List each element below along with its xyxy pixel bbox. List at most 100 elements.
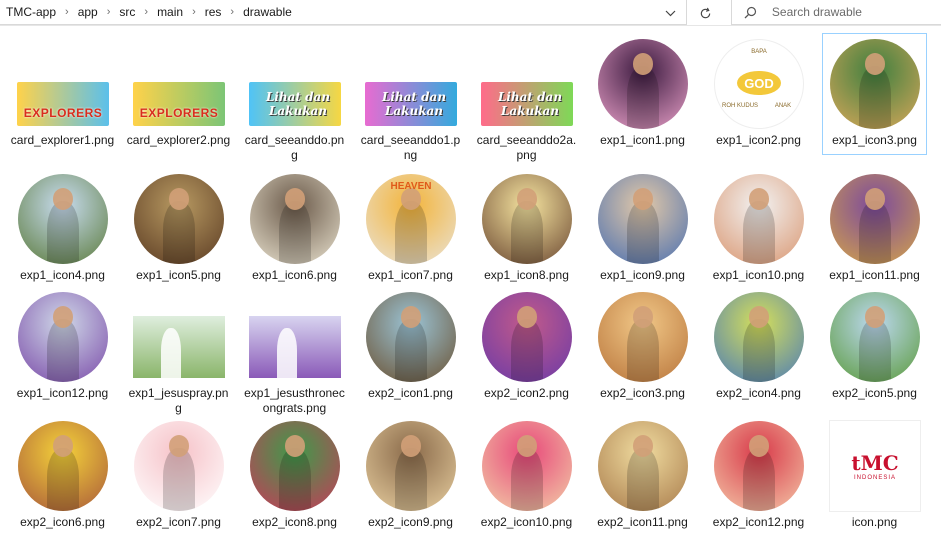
- thumbnail-image: Lihat dan Lakukan: [481, 82, 573, 126]
- refresh-button[interactable]: [693, 2, 717, 24]
- figure-shape: [394, 319, 428, 382]
- file-thumbnail: [597, 291, 689, 383]
- thumbnail-image: [134, 421, 224, 511]
- thumbnail-image: [598, 421, 688, 511]
- breadcrumb-item[interactable]: app: [75, 5, 101, 19]
- thumbnail-image: [366, 292, 456, 382]
- thumbnail-image: [830, 174, 920, 264]
- god-badge: GOD: [737, 70, 781, 96]
- figure-shape: [742, 201, 776, 264]
- thumbnail-image: HEAVEN: [366, 174, 456, 264]
- figure-head: [865, 188, 885, 210]
- figure-head: [865, 306, 885, 328]
- thumbnail-image: [830, 39, 920, 129]
- figure-head: [401, 435, 421, 457]
- file-thumbnail: [481, 291, 573, 383]
- file-name-label: icon.png: [851, 515, 898, 529]
- logo-subtext: INDONESIA: [853, 475, 896, 481]
- file-thumbnail: [597, 38, 689, 130]
- file-name-label: exp1_icon5.png: [136, 268, 221, 282]
- thumbnail-image: EXPLORERS: [17, 82, 109, 126]
- file-name-label: exp2_icon6.png: [20, 515, 105, 529]
- figure-shape: [858, 201, 892, 264]
- file-name-label: exp2_icon7.png: [136, 515, 221, 529]
- file-name-label: exp2_icon2.png: [484, 386, 569, 400]
- figure-shape: [46, 319, 80, 382]
- chevron-right-icon[interactable]: ›: [59, 6, 75, 18]
- breadcrumb-item[interactable]: src: [116, 5, 138, 19]
- thumbnail-caption: Lihat dan Lakukan: [381, 90, 447, 118]
- address-bar: TMC-app › app › src › main › res › drawa…: [0, 0, 941, 26]
- thumbnail-image: EXPLORERS: [133, 82, 225, 126]
- breadcrumb-item[interactable]: drawable: [240, 5, 295, 19]
- breadcrumb[interactable]: TMC-app › app › src › main › res › drawa…: [0, 0, 687, 25]
- thumbnail-image: [18, 421, 108, 511]
- figure-shape: [626, 448, 660, 511]
- trinity-label: ANAK: [774, 103, 792, 110]
- figure-head: [633, 188, 653, 210]
- figure-head: [53, 306, 73, 328]
- history-dropdown-button[interactable]: [661, 5, 679, 21]
- file-name-label: exp1_icon12.png: [16, 386, 109, 400]
- file-name-label: exp1_icon6.png: [252, 268, 337, 282]
- thumbnail-image: [598, 174, 688, 264]
- breadcrumb-item[interactable]: main: [154, 5, 186, 19]
- file-thumbnail: [17, 173, 109, 265]
- file-name-label: exp1_jesuspray.png: [128, 386, 229, 415]
- file-thumbnail: [829, 38, 921, 130]
- thumbnail-image: [249, 316, 341, 378]
- file-thumbnail: Lihat dan Lakukan: [249, 38, 341, 130]
- file-name-label: exp2_icon1.png: [368, 386, 453, 400]
- figure-shape: [858, 319, 892, 382]
- figure-head: [633, 53, 653, 75]
- figure-shape: [510, 448, 544, 511]
- file-name-label: exp2_icon9.png: [368, 515, 453, 529]
- figure-head: [633, 435, 653, 457]
- figure-shape: [162, 448, 196, 511]
- thumbnail-image: GOD BAPA ROH KUDUS ANAK: [714, 39, 804, 129]
- chevron-right-icon[interactable]: ›: [224, 6, 240, 18]
- search-box[interactable]: [731, 0, 941, 25]
- figure-head: [749, 435, 769, 457]
- chevron-right-icon[interactable]: ›: [101, 6, 117, 18]
- figure-head: [517, 435, 537, 457]
- file-name-label: exp1_icon4.png: [20, 268, 105, 282]
- file-thumbnail: [249, 420, 341, 512]
- file-thumbnail: GOD BAPA ROH KUDUS ANAK: [713, 38, 805, 130]
- file-name-label: card_explorer2.png: [126, 133, 231, 147]
- figure-shape: [742, 448, 776, 511]
- thumbnail-image: [482, 421, 572, 511]
- file-thumbnail: Lihat dan Lakukan: [365, 38, 457, 130]
- chevron-right-icon[interactable]: ›: [186, 6, 202, 18]
- thumbnail-caption: Lihat dan Lakukan: [497, 90, 563, 118]
- thumbnail-image: [598, 292, 688, 382]
- file-name-label: exp2_icon5.png: [832, 386, 917, 400]
- search-input[interactable]: [771, 5, 941, 19]
- file-name-label: card_seeanddo2a.png: [476, 133, 577, 162]
- file-thumbnail: [365, 420, 457, 512]
- file-thumbnail: [17, 420, 109, 512]
- chevron-down-icon: [665, 10, 675, 16]
- figure-shape: [46, 201, 80, 264]
- file-name-label: exp2_icon8.png: [252, 515, 337, 529]
- file-name-label: exp2_icon3.png: [600, 386, 685, 400]
- file-name-label: exp1_jesusthronecongrats.png: [244, 386, 345, 415]
- thumbnail-image: [250, 421, 340, 511]
- file-thumbnail: [133, 420, 225, 512]
- breadcrumb-item[interactable]: res: [202, 5, 225, 19]
- chevron-right-icon[interactable]: ›: [138, 6, 154, 18]
- figure-head: [53, 435, 73, 457]
- figure-head: [865, 53, 885, 75]
- file-thumbnail: Lihat dan Lakukan: [481, 38, 573, 130]
- file-name-label: exp2_icon10.png: [480, 515, 573, 529]
- file-name-label: exp1_icon3.png: [832, 133, 917, 147]
- figure-shape: [626, 319, 660, 382]
- file-name-label: exp1_icon10.png: [712, 268, 805, 282]
- thumbnail-caption: EXPLORERS: [139, 106, 219, 120]
- thumbnail-image: [714, 292, 804, 382]
- thumbnail-image: [482, 174, 572, 264]
- figure-head: [749, 188, 769, 210]
- breadcrumb-item[interactable]: TMC-app: [3, 5, 59, 19]
- file-name-label: exp1_icon7.png: [368, 268, 453, 282]
- file-thumbnail: [249, 173, 341, 265]
